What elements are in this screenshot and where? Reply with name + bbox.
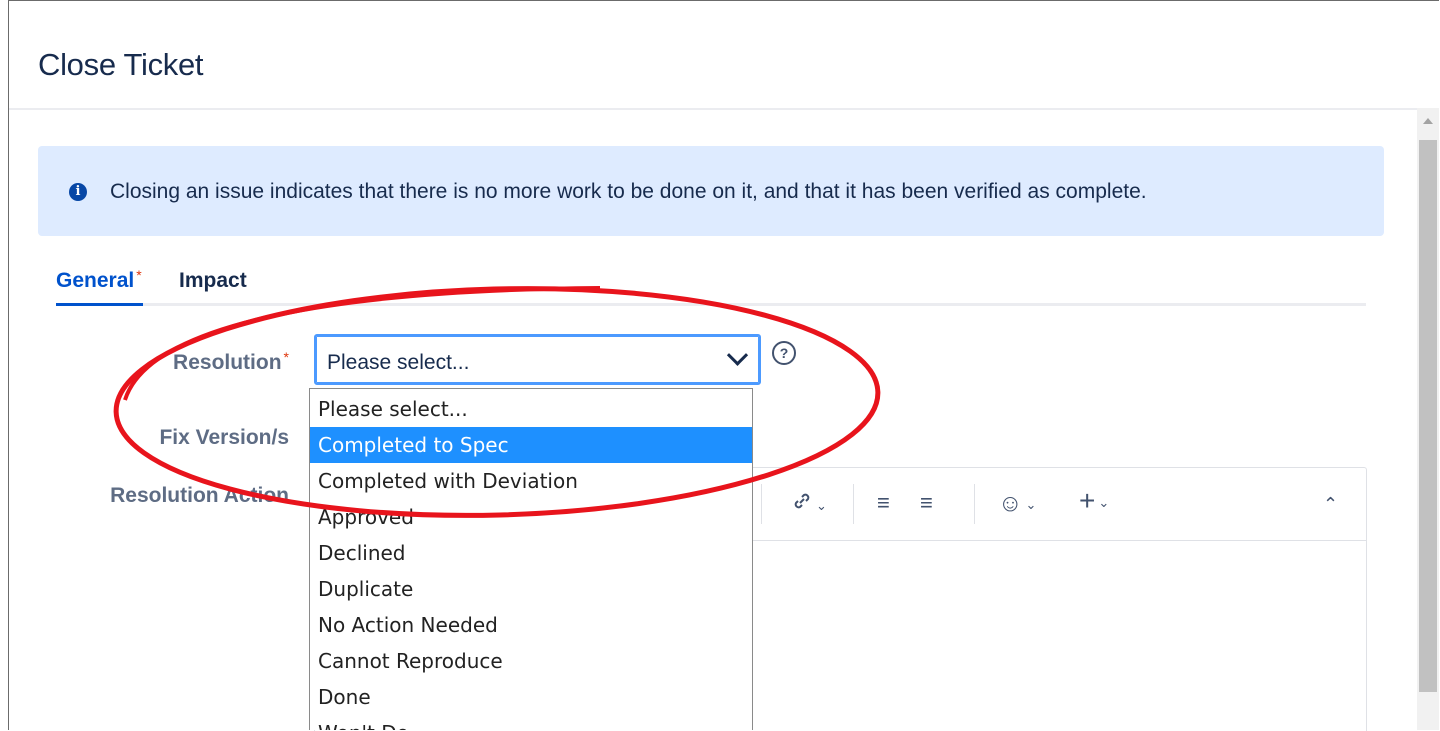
active-tab-indicator bbox=[56, 303, 143, 306]
option-declined[interactable]: Declined bbox=[310, 535, 752, 571]
resolution-select-value: Please select... bbox=[327, 351, 470, 374]
toolbar-separator bbox=[974, 484, 975, 524]
dialog-header: Close Ticket bbox=[9, 1, 1439, 110]
option-please-select[interactable]: Please select... bbox=[310, 391, 752, 427]
help-icon[interactable]: ? bbox=[772, 341, 796, 365]
info-banner: i Closing an issue indicates that there … bbox=[38, 146, 1384, 236]
chevron-down-icon: ⌄ bbox=[816, 497, 827, 513]
option-completed-to-spec[interactable]: Completed to Spec bbox=[310, 427, 752, 463]
chevron-down-icon: ⌄ bbox=[1025, 496, 1037, 512]
tab-impact-label: Impact bbox=[179, 269, 247, 292]
numbered-list-icon[interactable]: ≡ bbox=[920, 490, 933, 516]
fix-version-label: Fix Version/s bbox=[159, 426, 289, 449]
resolution-select[interactable]: Please select... bbox=[314, 334, 761, 385]
option-approved[interactable]: Approved bbox=[310, 499, 752, 535]
bullet-list-icon[interactable]: ≡ bbox=[877, 490, 890, 516]
option-wont-do[interactable]: Won't Do bbox=[310, 715, 752, 730]
info-icon: i bbox=[69, 183, 87, 201]
required-marker: * bbox=[136, 267, 142, 283]
link-icon[interactable]: ⌄ bbox=[791, 490, 827, 519]
insert-plus-icon[interactable]: + ⌄ bbox=[1079, 485, 1109, 517]
toolbar-separator bbox=[761, 484, 762, 524]
tab-general-label: General bbox=[56, 269, 135, 292]
resolution-options-list: Please select... Completed to Spec Compl… bbox=[309, 388, 753, 730]
scrollbar-thumb[interactable] bbox=[1419, 140, 1437, 692]
resolution-label-text: Resolution bbox=[173, 351, 282, 374]
dialog-title: Close Ticket bbox=[38, 47, 204, 82]
resolution-action-label: Resolution Action bbox=[110, 484, 289, 507]
option-no-action-needed[interactable]: No Action Needed bbox=[310, 607, 752, 643]
option-cannot-reproduce[interactable]: Cannot Reproduce bbox=[310, 643, 752, 679]
collapse-toolbar-icon[interactable]: ⌃ bbox=[1323, 494, 1338, 515]
chevron-down-icon: ⌄ bbox=[1098, 494, 1110, 510]
required-marker: * bbox=[283, 349, 289, 365]
emoji-icon[interactable]: ☺ ⌄ bbox=[998, 490, 1036, 518]
chevron-down-icon bbox=[726, 344, 749, 366]
option-done[interactable]: Done bbox=[310, 679, 752, 715]
scroll-up-arrow-icon[interactable] bbox=[1423, 118, 1433, 124]
tab-bar: General * Impact bbox=[56, 267, 1366, 309]
vertical-scrollbar[interactable] bbox=[1417, 108, 1439, 730]
info-banner-text: Closing an issue indicates that there is… bbox=[110, 180, 1147, 203]
resolution-label: Resolution * bbox=[173, 349, 289, 375]
option-completed-with-deviation[interactable]: Completed with Deviation bbox=[310, 463, 752, 499]
tab-impact[interactable]: Impact bbox=[179, 269, 247, 293]
option-duplicate[interactable]: Duplicate bbox=[310, 571, 752, 607]
toolbar-separator bbox=[853, 484, 854, 524]
tab-general[interactable]: General * bbox=[56, 267, 142, 293]
tab-bar-divider bbox=[56, 303, 1366, 306]
